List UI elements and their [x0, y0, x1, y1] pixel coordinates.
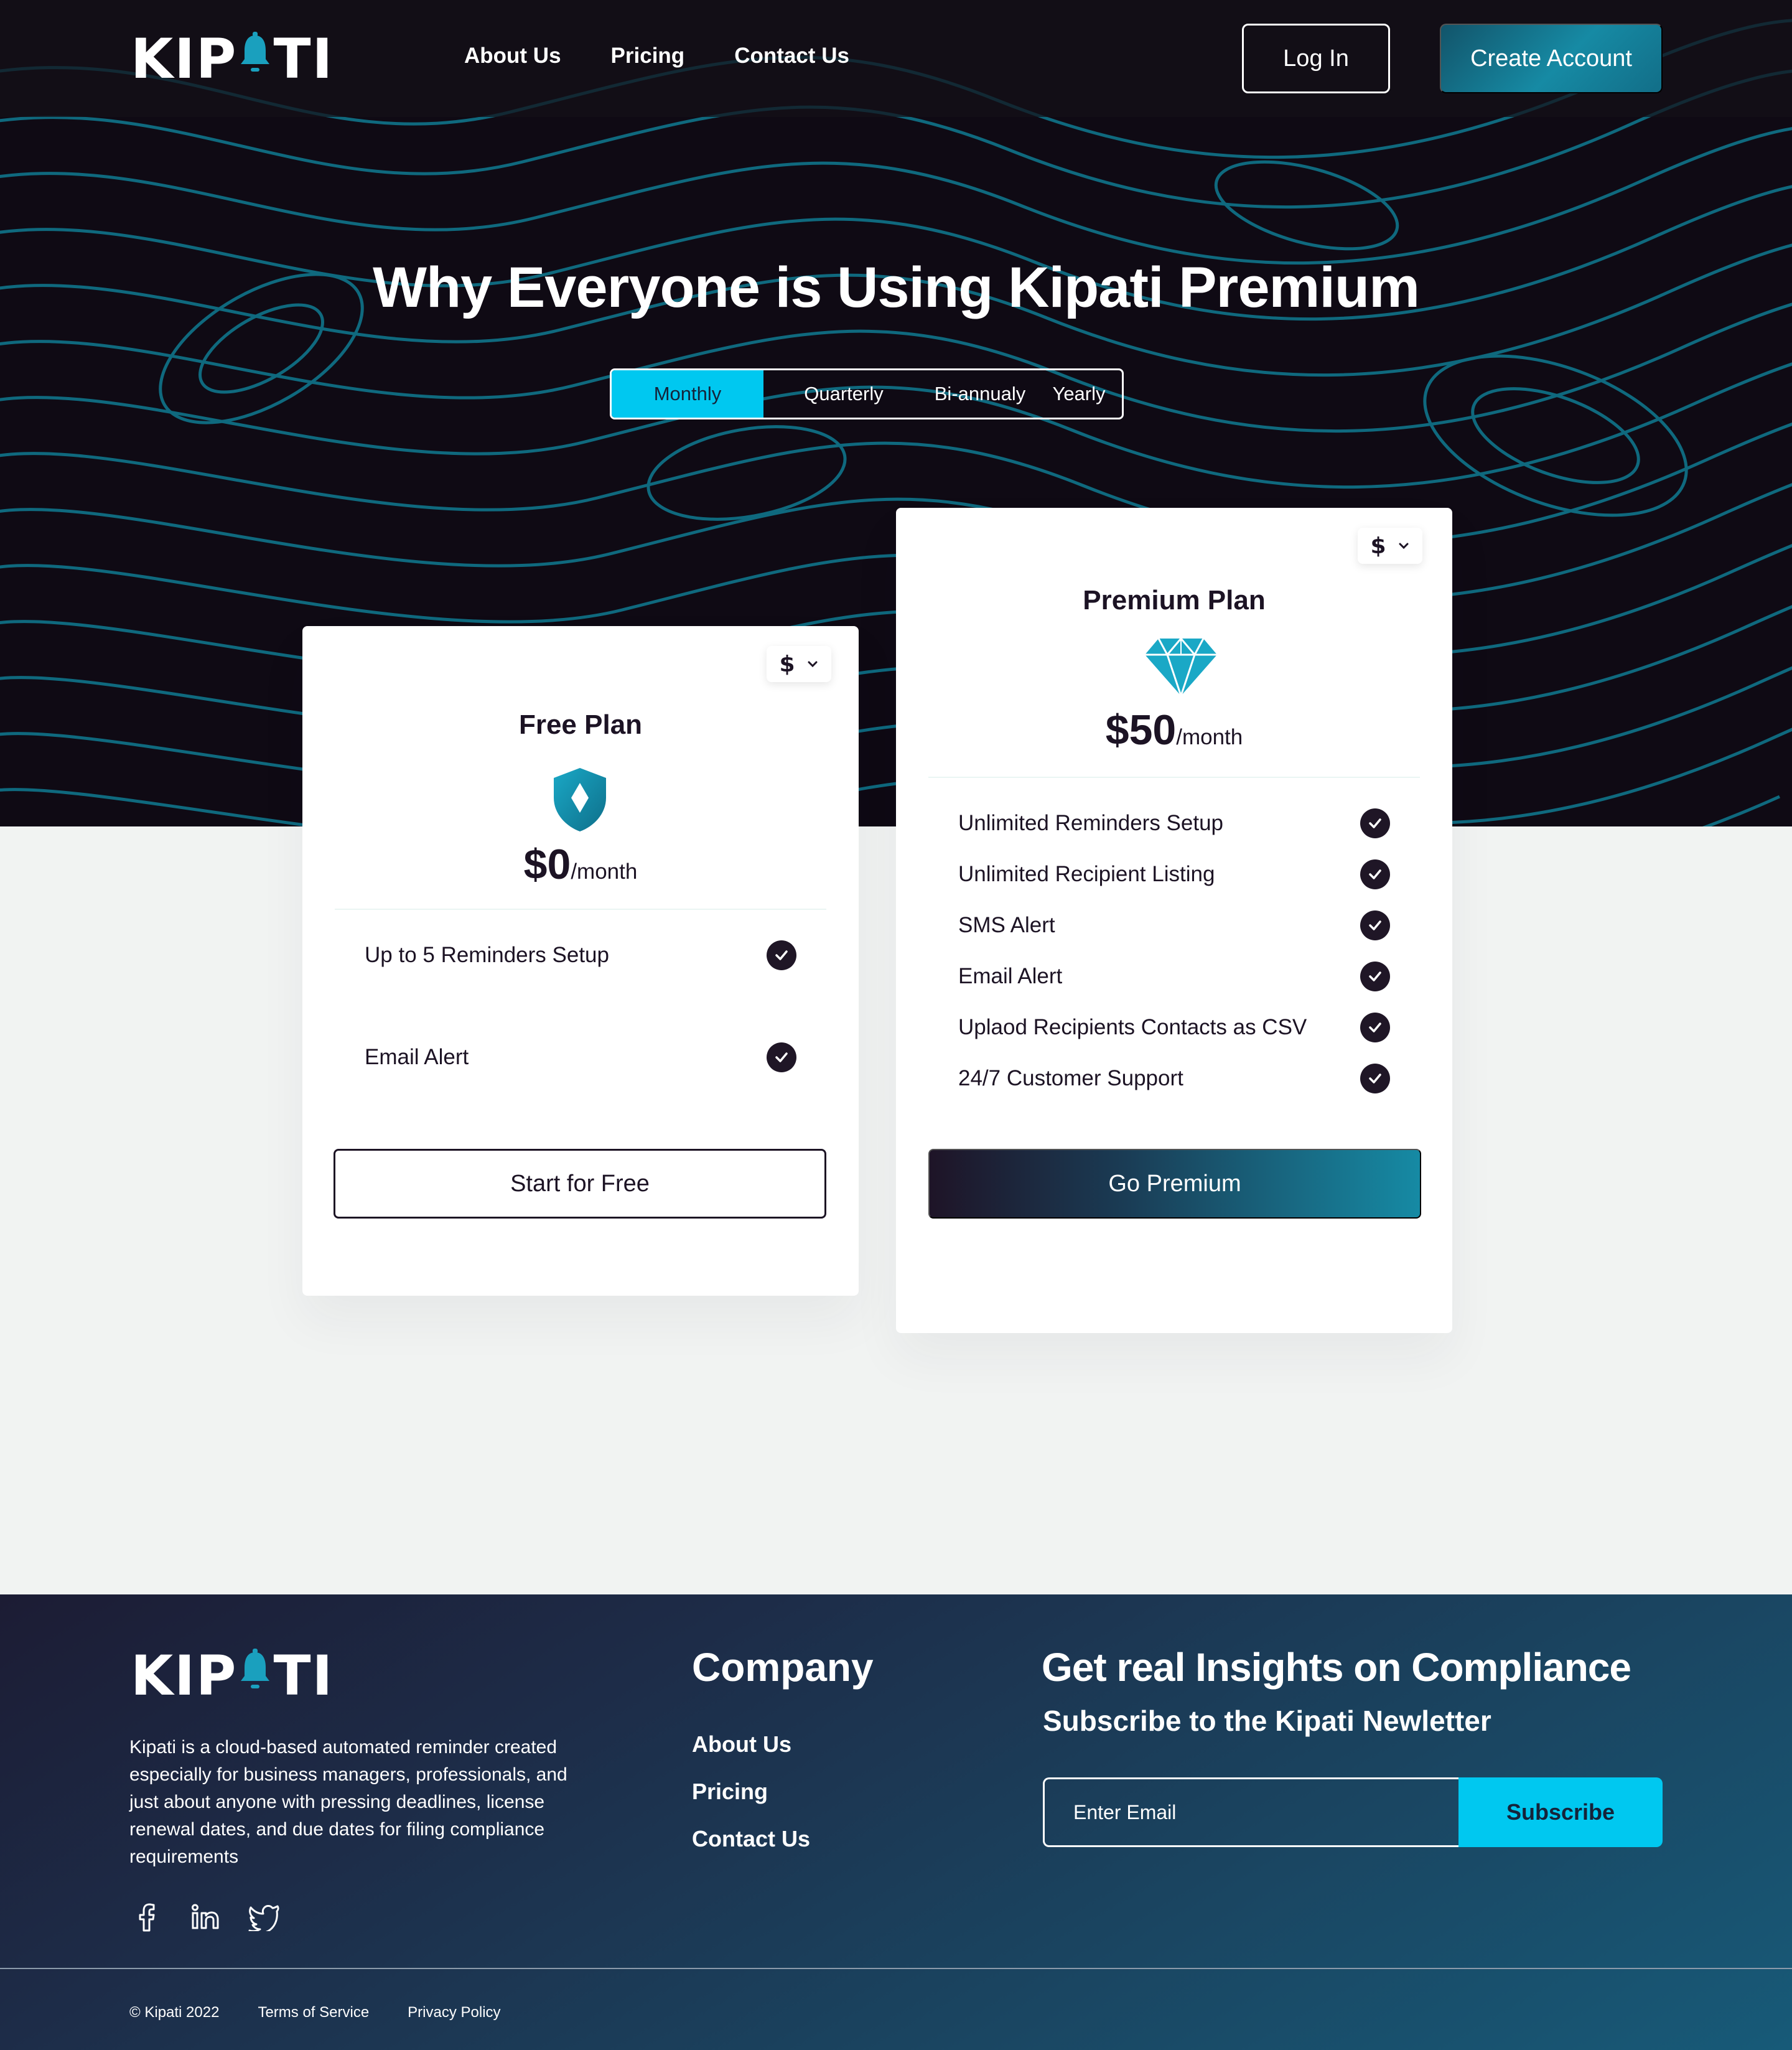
- list-item: Email Alert: [958, 961, 1390, 992]
- diamond-icon: [1142, 636, 1220, 701]
- company-heading: Company: [692, 1645, 874, 1690]
- logo-text-right: TI: [273, 27, 334, 91]
- feature-label: Up to 5 Reminders Setup: [365, 943, 609, 967]
- linkedin-icon[interactable]: [189, 1901, 222, 1933]
- check-icon: [1360, 910, 1390, 940]
- page-title: Why Everyone is Using Kipati Premium: [373, 256, 1420, 319]
- about-description: Kipati is a cloud-based automated remind…: [129, 1737, 567, 1867]
- privacy-link[interactable]: Privacy Policy: [408, 2004, 500, 2021]
- main-nav: About Us Pricing Contact Us: [464, 44, 849, 68]
- email-field[interactable]: [1043, 1777, 1458, 1847]
- bell-icon: [240, 1648, 271, 1704]
- list-item: Unlimited Recipient Listing: [958, 859, 1390, 890]
- feature-label: SMS Alert: [958, 913, 1055, 937]
- price-period: /month: [1176, 725, 1243, 749]
- tab-yearly[interactable]: Yearly: [1036, 370, 1122, 418]
- subscribe-button[interactable]: Subscribe: [1458, 1777, 1663, 1847]
- currency-selector[interactable]: $: [1358, 528, 1422, 564]
- list-item: SMS Alert: [958, 910, 1390, 941]
- feature-label: Unlimited Recipient Listing: [958, 862, 1215, 886]
- create-account-button[interactable]: Create Account: [1440, 24, 1663, 93]
- price-amount: $0: [523, 841, 571, 888]
- divider: [928, 777, 1420, 778]
- chevron-down-icon: [1399, 543, 1409, 550]
- check-icon: [1360, 808, 1390, 838]
- list-item: Email Alert: [365, 1042, 796, 1073]
- nav-link-pricing[interactable]: Pricing: [611, 44, 685, 68]
- footer-link-about[interactable]: About Us: [692, 1731, 810, 1779]
- tab-bi-annually[interactable]: Bi-annualy: [924, 370, 1036, 418]
- plan-price: $0/month: [302, 840, 859, 889]
- feature-label: Uplaod Recipients Contacts as CSV: [958, 1015, 1307, 1039]
- terms-link[interactable]: Terms of Service: [258, 2004, 369, 2021]
- legal-bar: © Kipati 2022 Terms of Service Privacy P…: [129, 2004, 501, 2021]
- copyright-text: © Kipati 2022: [129, 2004, 220, 2021]
- currency-selector[interactable]: $: [767, 646, 831, 682]
- footer-divider: [0, 1968, 1792, 1969]
- start-for-free-button[interactable]: Start for Free: [334, 1149, 826, 1219]
- social-links: [131, 1901, 280, 1933]
- check-icon: [1360, 1064, 1390, 1093]
- top-navbar: KIP TI About Us Pricing Contact Us Log I…: [0, 0, 1792, 117]
- check-icon: [767, 1042, 796, 1072]
- logo-text-left: KIP: [131, 27, 238, 91]
- list-item: Up to 5 Reminders Setup: [365, 940, 796, 971]
- list-item: Uplaod Recipients Contacts as CSV: [958, 1012, 1390, 1043]
- tab-quarterly[interactable]: Quarterly: [763, 370, 924, 418]
- logo-text-right: TI: [273, 1644, 334, 1708]
- footer-logo[interactable]: KIP TI: [131, 1648, 334, 1704]
- premium-plan-card: $ Premium Plan $50/month Unlimited Remin…: [896, 508, 1452, 1333]
- brand-logo[interactable]: KIP TI: [131, 31, 334, 87]
- facebook-icon[interactable]: [131, 1901, 163, 1933]
- list-item: 24/7 Customer Support: [958, 1063, 1390, 1094]
- list-item: Unlimited Reminders Setup: [958, 808, 1390, 839]
- twitter-icon[interactable]: [248, 1901, 280, 1933]
- company-links: About Us Pricing Contact Us: [692, 1731, 810, 1873]
- bell-icon: [240, 31, 271, 87]
- plan-price: $50/month: [896, 706, 1452, 754]
- newsletter-subheading: Subscribe to the Kipati Newletter: [1043, 1705, 1491, 1737]
- chevron-down-icon: [808, 661, 818, 668]
- price-period: /month: [571, 859, 638, 884]
- currency-symbol: $: [779, 651, 795, 677]
- divider: [335, 909, 826, 910]
- plan-name: Free Plan: [518, 709, 643, 740]
- price-amount: $50: [1105, 706, 1177, 754]
- go-premium-button[interactable]: Go Premium: [928, 1149, 1421, 1219]
- tab-monthly[interactable]: Monthly: [612, 370, 763, 418]
- check-icon: [1360, 962, 1390, 991]
- login-button[interactable]: Log In: [1242, 24, 1390, 93]
- logo-text-left: KIP: [131, 1644, 238, 1708]
- newsletter-heading: Get real Insights on Compliance: [1042, 1645, 1631, 1690]
- feature-label: Email Alert: [958, 964, 1063, 988]
- nav-link-contact[interactable]: Contact Us: [734, 44, 849, 68]
- shield-icon: [550, 765, 610, 836]
- check-icon: [1360, 859, 1390, 889]
- footer-link-contact[interactable]: Contact Us: [692, 1826, 810, 1873]
- billing-period-toggle: Monthly Quarterly Bi-annualy Yearly: [610, 368, 1124, 419]
- feature-label: Unlimited Reminders Setup: [958, 811, 1224, 835]
- feature-label: 24/7 Customer Support: [958, 1066, 1183, 1090]
- plan-name: Premium Plan: [1083, 585, 1266, 615]
- site-footer: KIP TI Kipati is a cloud-based automated…: [0, 1594, 1792, 2050]
- feature-label: Email Alert: [365, 1045, 469, 1069]
- footer-link-pricing[interactable]: Pricing: [692, 1779, 810, 1826]
- check-icon: [1360, 1013, 1390, 1042]
- free-plan-card: $ Free Plan $0/month Up to 5 Reminders S…: [302, 626, 859, 1296]
- check-icon: [767, 940, 796, 970]
- currency-symbol: $: [1370, 533, 1386, 559]
- nav-link-about[interactable]: About Us: [464, 44, 561, 68]
